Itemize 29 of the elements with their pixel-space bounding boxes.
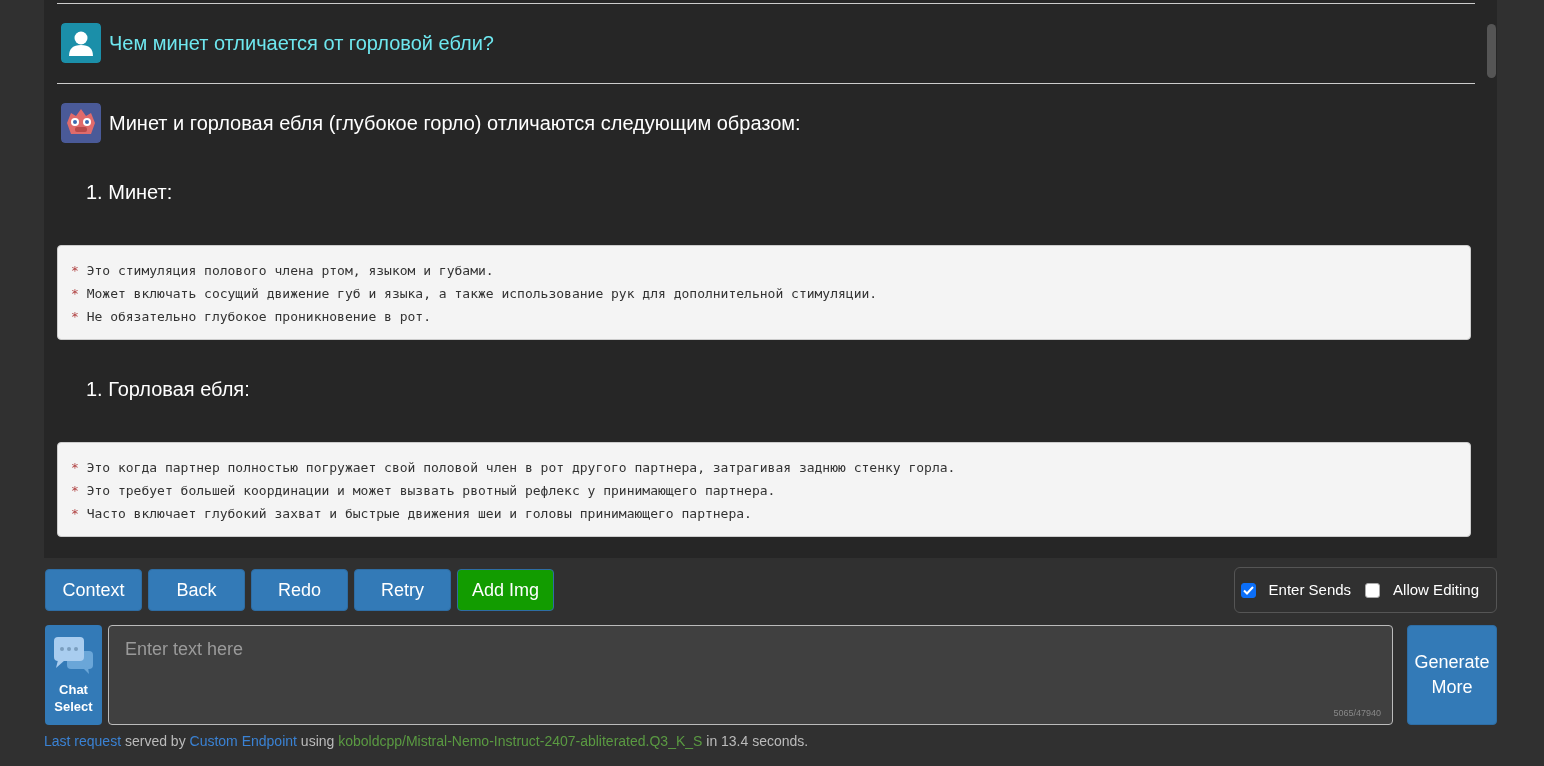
code-line: * Часто включает глубокий захват и быстрые движения шеи и головы принимающего партнера. [71, 505, 753, 523]
status-link[interactable]: Last request [44, 733, 122, 749]
code-line: * Это требует большей координации и может вызвать рвотный рефлекс у принимающего партнера. [71, 482, 777, 500]
chat-select-button[interactable]: Chat Select [45, 625, 102, 725]
checkbox-label: Allow Editing [1393, 579, 1479, 600]
bot-message: Минет и горловая ебля (глубокое горло) отличаются следующим образом: [109, 111, 801, 136]
scroll-thumb[interactable] [1487, 24, 1496, 78]
checkbox[interactable] [1240, 582, 1256, 598]
code-line: * Не обязательно глубокое проникновение в рот. [71, 308, 433, 326]
status-text: Last request served by Custom Endpoint using koboldcpp/Mistral-Nemo-Instruct-2407-abliterated.Q3_K_S in 13.4 seconds. [44, 732, 810, 751]
code-line: * Это когда партнер полностью погружает свой половой член в рот другого партнера, затрагивая заднюю стенку горла. [71, 459, 957, 477]
user-message: Чем минет отличается от горловой ебли? [109, 31, 494, 56]
checkbox[interactable] [1365, 582, 1381, 598]
add-image-button[interactable]: Add Img [457, 569, 554, 611]
status-link[interactable]: Custom Endpoint [189, 733, 297, 749]
robot-avatar-icon [61, 103, 101, 143]
list-heading: 1. Горловая ебля: [85, 377, 251, 402]
generate-more-button[interactable]: Generate More [1407, 625, 1497, 725]
toolbar-button[interactable]: Redo [251, 569, 348, 611]
token-counter: 5065/47940 [1333, 706, 1381, 720]
toolbar-button[interactable]: Context [45, 569, 142, 611]
list-heading: 1. Минет: [85, 180, 174, 205]
toolbar-button[interactable]: Retry [354, 569, 451, 611]
checkbox-label: Enter Sends [1268, 579, 1352, 600]
toolbar-button[interactable]: Back [148, 569, 245, 611]
user-avatar-icon [61, 23, 101, 63]
chat-bubbles-icon [52, 635, 95, 675]
code-line: * Может включать сосущий движение губ и языка, а также использование рук для дополнительной стимуляции. [71, 285, 879, 303]
code-line: * Это стимуляция полового члена ртом, языком и губами. [71, 262, 495, 280]
